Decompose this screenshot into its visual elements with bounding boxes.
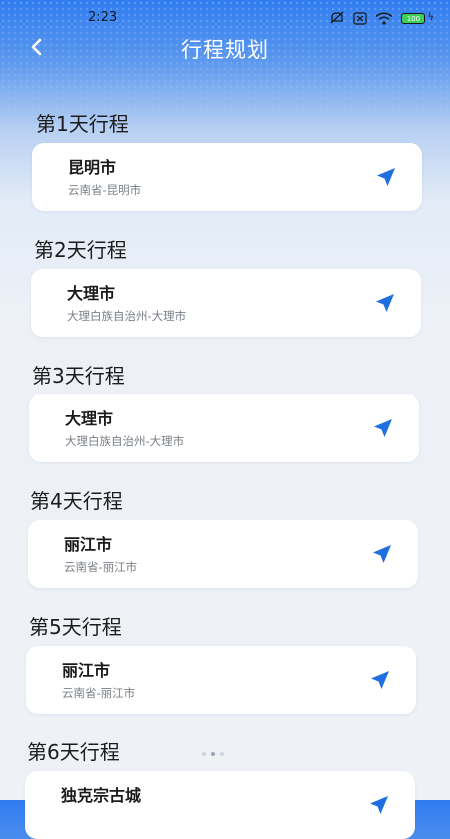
city-name: 独克宗古城 bbox=[61, 786, 142, 805]
day-heading: 第3天行程 bbox=[32, 364, 125, 388]
city-name: 丽江市 bbox=[64, 535, 113, 554]
battery-level: 100 bbox=[401, 12, 426, 24]
day-heading: 第4天行程 bbox=[30, 489, 123, 513]
city-region: 云南省-丽江市 bbox=[64, 560, 138, 574]
city-region: 大理白族自治州-大理市 bbox=[65, 434, 185, 448]
navigation-arrow-icon[interactable] bbox=[367, 793, 391, 817]
day-heading: 第6天行程 bbox=[27, 740, 120, 764]
nav-bar: 行程规划 bbox=[0, 28, 450, 68]
status-time: 2:23 bbox=[88, 10, 118, 25]
itinerary-card[interactable]: 大理市 大理白族自治州-大理市 bbox=[29, 394, 419, 462]
city-name: 昆明市 bbox=[68, 158, 117, 177]
city-name: 大理市 bbox=[67, 284, 116, 303]
status-icons: 100 ϟ bbox=[329, 11, 434, 25]
mute-icon bbox=[329, 11, 345, 25]
navigation-arrow-icon[interactable] bbox=[373, 291, 397, 315]
city-name: 丽江市 bbox=[62, 661, 111, 680]
day-heading: 第5天行程 bbox=[29, 615, 122, 639]
city-region: 云南省-丽江市 bbox=[62, 686, 136, 700]
charging-icon: ϟ bbox=[427, 12, 434, 23]
city-name: 大理市 bbox=[65, 409, 114, 428]
itinerary-card[interactable]: 大理市 大理白族自治州-大理市 bbox=[31, 269, 421, 337]
itinerary-card[interactable]: 丽江市 云南省-丽江市 bbox=[26, 646, 416, 714]
sim-off-icon bbox=[353, 11, 367, 25]
itinerary-card[interactable]: 独克宗古城 bbox=[25, 771, 415, 839]
itinerary-card[interactable]: 丽江市 云南省-丽江市 bbox=[28, 520, 418, 588]
day-heading: 第1天行程 bbox=[36, 112, 129, 136]
day-heading: 第2天行程 bbox=[34, 238, 127, 262]
navigation-arrow-icon[interactable] bbox=[374, 165, 398, 189]
city-region: 云南省-昆明市 bbox=[68, 183, 142, 197]
navigation-arrow-icon[interactable] bbox=[368, 668, 392, 692]
page-title: 行程规划 bbox=[181, 38, 269, 62]
scroll-indicator bbox=[202, 752, 224, 756]
city-region: 大理白族自治州-大理市 bbox=[67, 309, 187, 323]
battery-icon: 100 ϟ bbox=[401, 12, 434, 24]
navigation-arrow-icon[interactable] bbox=[371, 416, 395, 440]
wifi-icon bbox=[375, 12, 393, 25]
navigation-arrow-icon[interactable] bbox=[370, 542, 394, 566]
itinerary-card[interactable]: 昆明市 云南省-昆明市 bbox=[32, 143, 422, 211]
